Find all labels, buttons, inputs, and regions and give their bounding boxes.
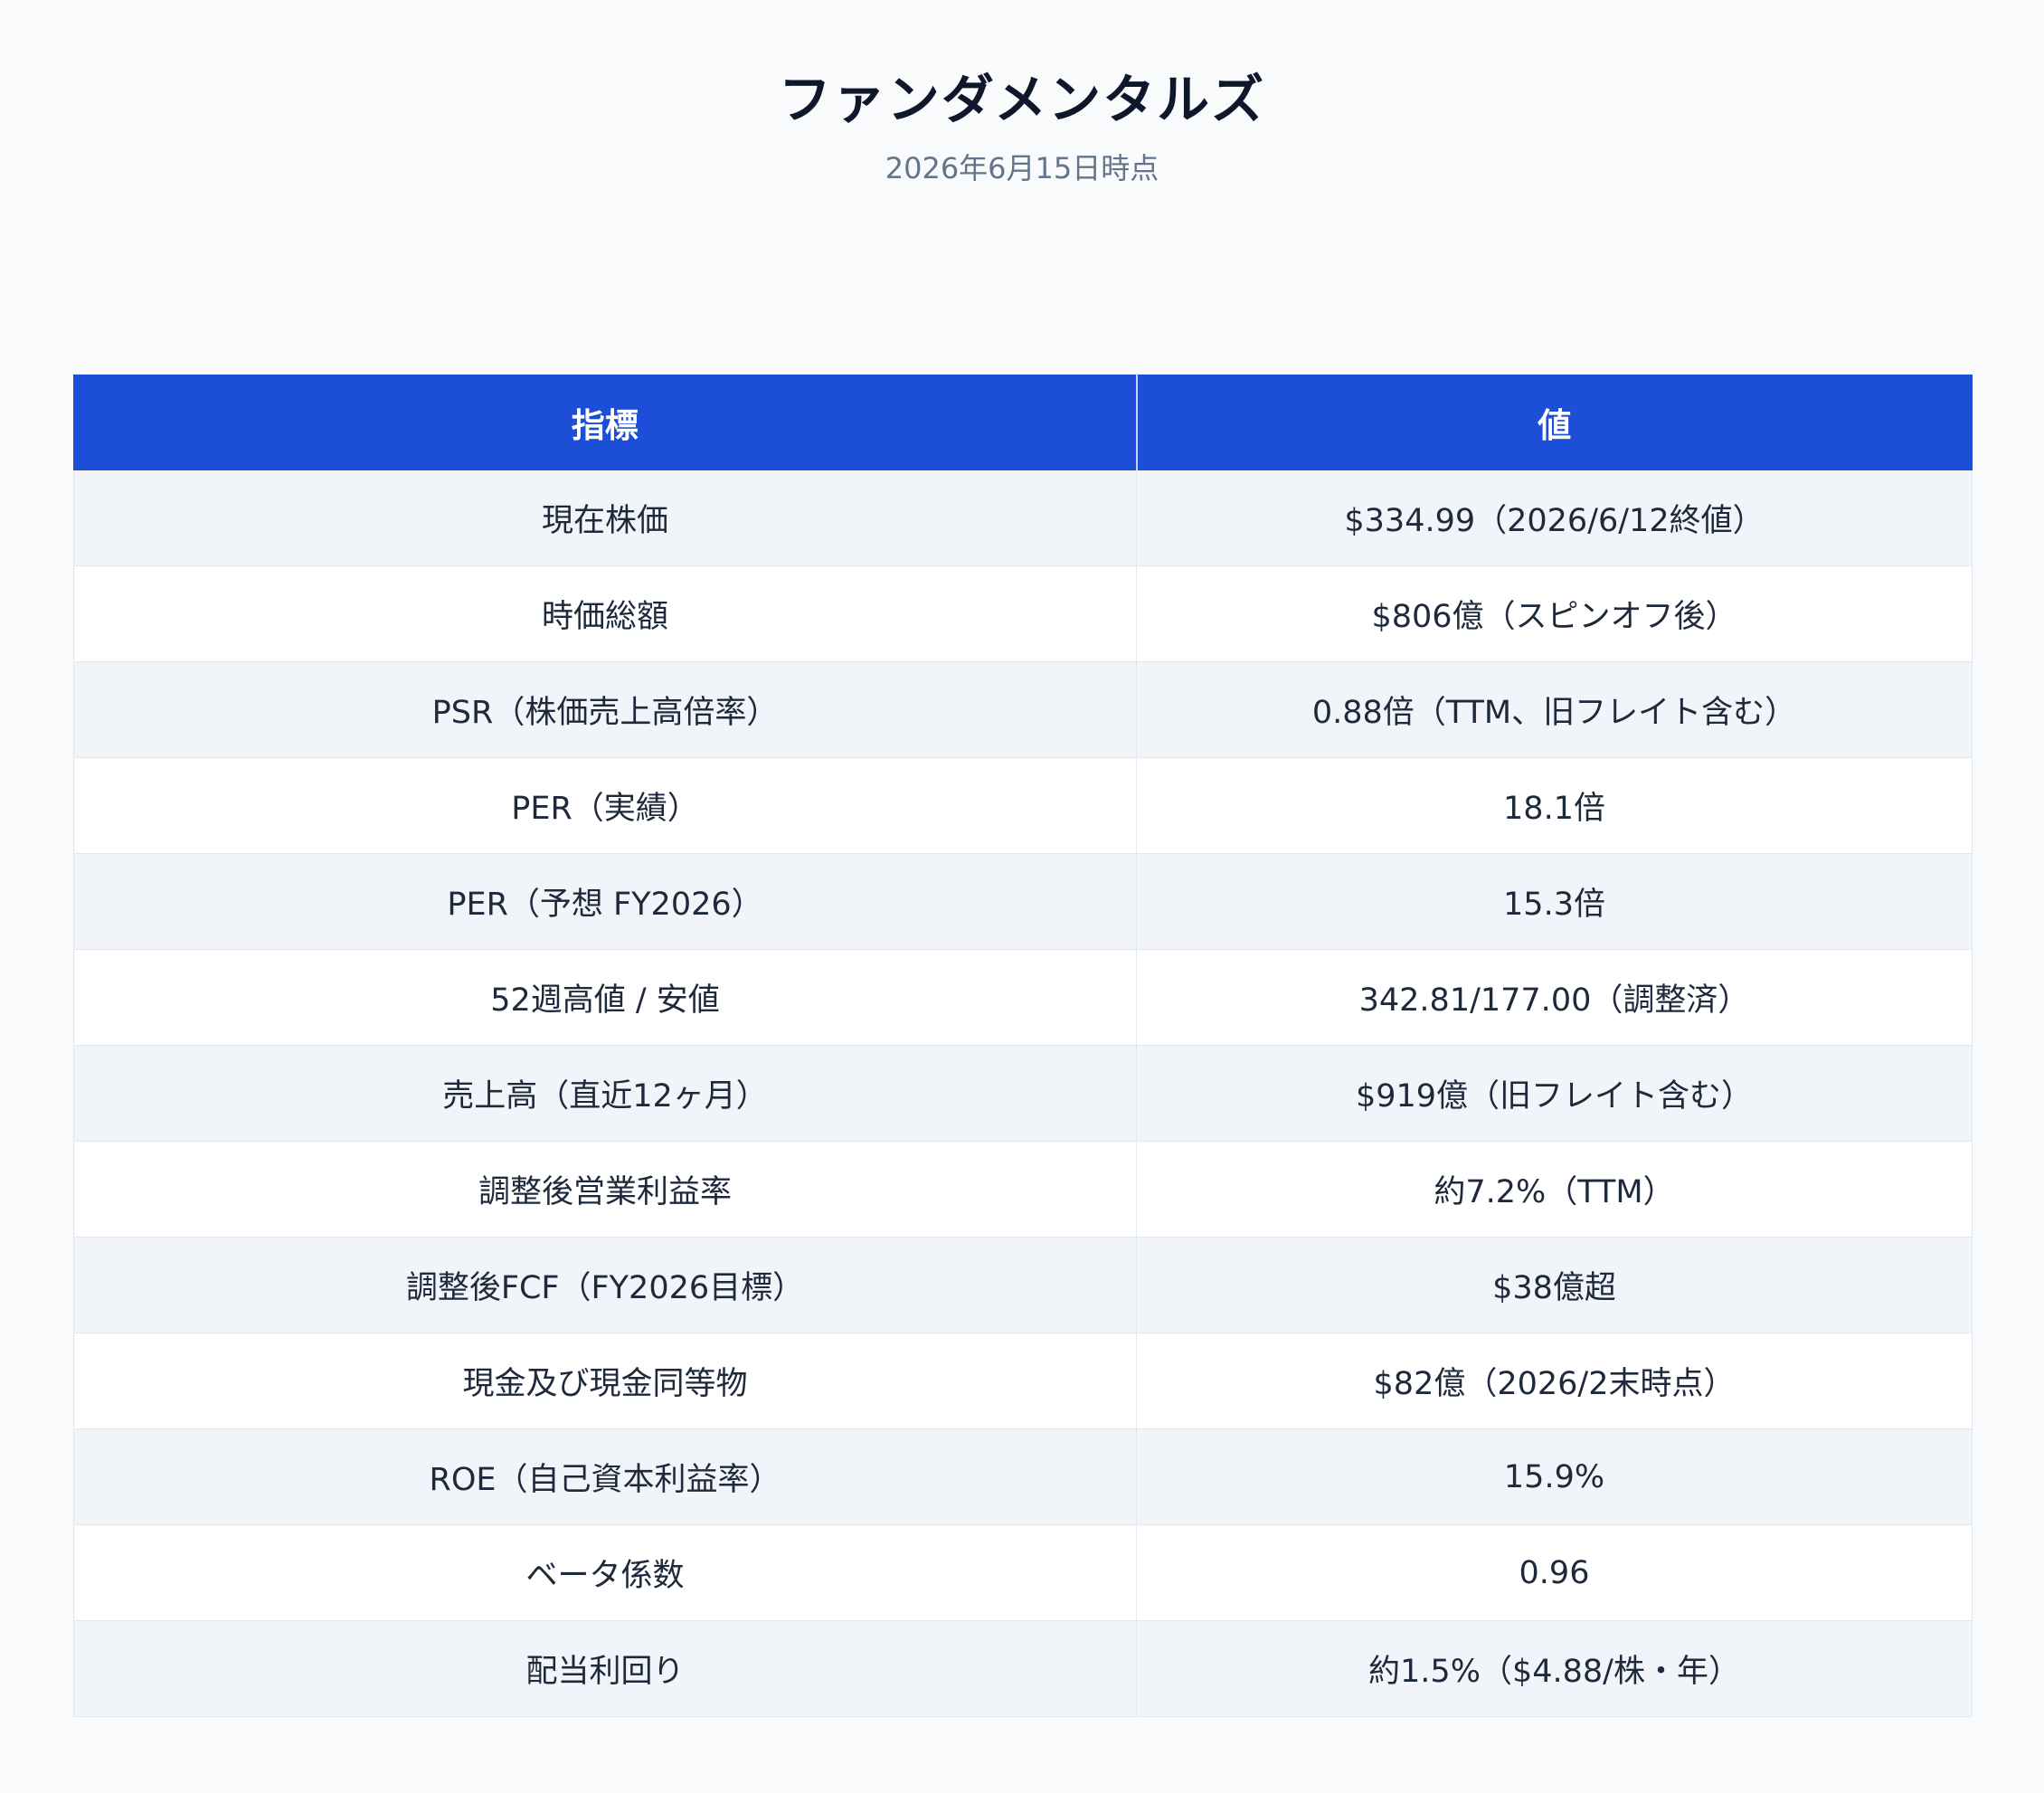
value-cell: $38億超	[1136, 1237, 1973, 1333]
metric-cell: 調整後営業利益率	[73, 1141, 1137, 1238]
metric-cell: 52週高値 / 安値	[73, 949, 1137, 1046]
table-row: 調整後営業利益率 約7.2%（TTM）	[73, 1141, 1973, 1238]
table-row: PSR（株価売上高倍率） 0.88倍（TTM、旧フレイト含む）	[73, 661, 1973, 758]
page-title: ファンダメンタルズ	[778, 69, 1266, 130]
metric-cell: ベータ係数	[73, 1524, 1137, 1621]
value-cell: 18.1倍	[1136, 757, 1973, 854]
table-row: PER（実績） 18.1倍	[73, 757, 1973, 854]
metric-cell: 現在株価	[73, 470, 1137, 566]
metric-cell: 配当利回り	[73, 1620, 1137, 1717]
table-row: 調整後FCF（FY2026目標） $38億超	[73, 1237, 1973, 1333]
column-header-metric: 指標	[73, 375, 1138, 470]
metric-cell: 現金及び現金同等物	[73, 1333, 1137, 1429]
metric-cell: PER（予想 FY2026）	[73, 853, 1137, 950]
table-row: 配当利回り 約1.5%（$4.88/株・年）	[73, 1620, 1973, 1717]
table-row: ベータ係数 0.96	[73, 1524, 1973, 1621]
table-row: 52週高値 / 安値 342.81/177.00（調整済）	[73, 949, 1973, 1046]
fundamentals-table: 指標 値 現在株価 $334.99（2026/6/12終値） 時価総額 $806…	[73, 375, 1973, 1717]
page-subtitle: 2026年6月15日時点	[885, 151, 1159, 185]
table-header: 指標 値	[73, 375, 1973, 470]
table-row: 売上高（直近12ヶ月） $919億（旧フレイト含む）	[73, 1045, 1973, 1142]
value-cell: 342.81/177.00（調整済）	[1136, 949, 1973, 1046]
metric-cell: PER（実績）	[73, 757, 1137, 854]
value-cell: $919億（旧フレイト含む）	[1136, 1045, 1973, 1142]
value-cell: $806億（スピンオフ後）	[1136, 565, 1973, 662]
value-cell: 約1.5%（$4.88/株・年）	[1136, 1620, 1973, 1717]
value-cell: 15.3倍	[1136, 853, 1973, 950]
table-row: 現金及び現金同等物 $82億（2026/2末時点）	[73, 1333, 1973, 1429]
table-row: PER（予想 FY2026） 15.3倍	[73, 853, 1973, 950]
table-header-row: 指標 値	[73, 375, 1973, 470]
value-cell: 0.96	[1136, 1524, 1973, 1621]
table-row: ROE（自己資本利益率） 15.9%	[73, 1428, 1973, 1525]
value-cell: $82億（2026/2末時点）	[1136, 1333, 1973, 1429]
metric-cell: PSR（株価売上高倍率）	[73, 661, 1137, 758]
metric-cell: ROE（自己資本利益率）	[73, 1428, 1137, 1525]
value-cell: 約7.2%（TTM）	[1136, 1141, 1973, 1238]
value-cell: $334.99（2026/6/12終値）	[1136, 470, 1973, 566]
metric-cell: 調整後FCF（FY2026目標）	[73, 1237, 1137, 1333]
metric-cell: 売上高（直近12ヶ月）	[73, 1045, 1137, 1142]
value-cell: 15.9%	[1136, 1428, 1973, 1525]
metric-cell: 時価総額	[73, 565, 1137, 662]
table-row: 時価総額 $806億（スピンオフ後）	[73, 565, 1973, 662]
column-header-value: 値	[1136, 375, 1973, 470]
table-row: 現在株価 $334.99（2026/6/12終値）	[73, 470, 1973, 566]
table-body: 現在株価 $334.99（2026/6/12終値） 時価総額 $806億（スピン…	[73, 470, 1973, 1717]
value-cell: 0.88倍（TTM、旧フレイト含む）	[1136, 661, 1973, 758]
